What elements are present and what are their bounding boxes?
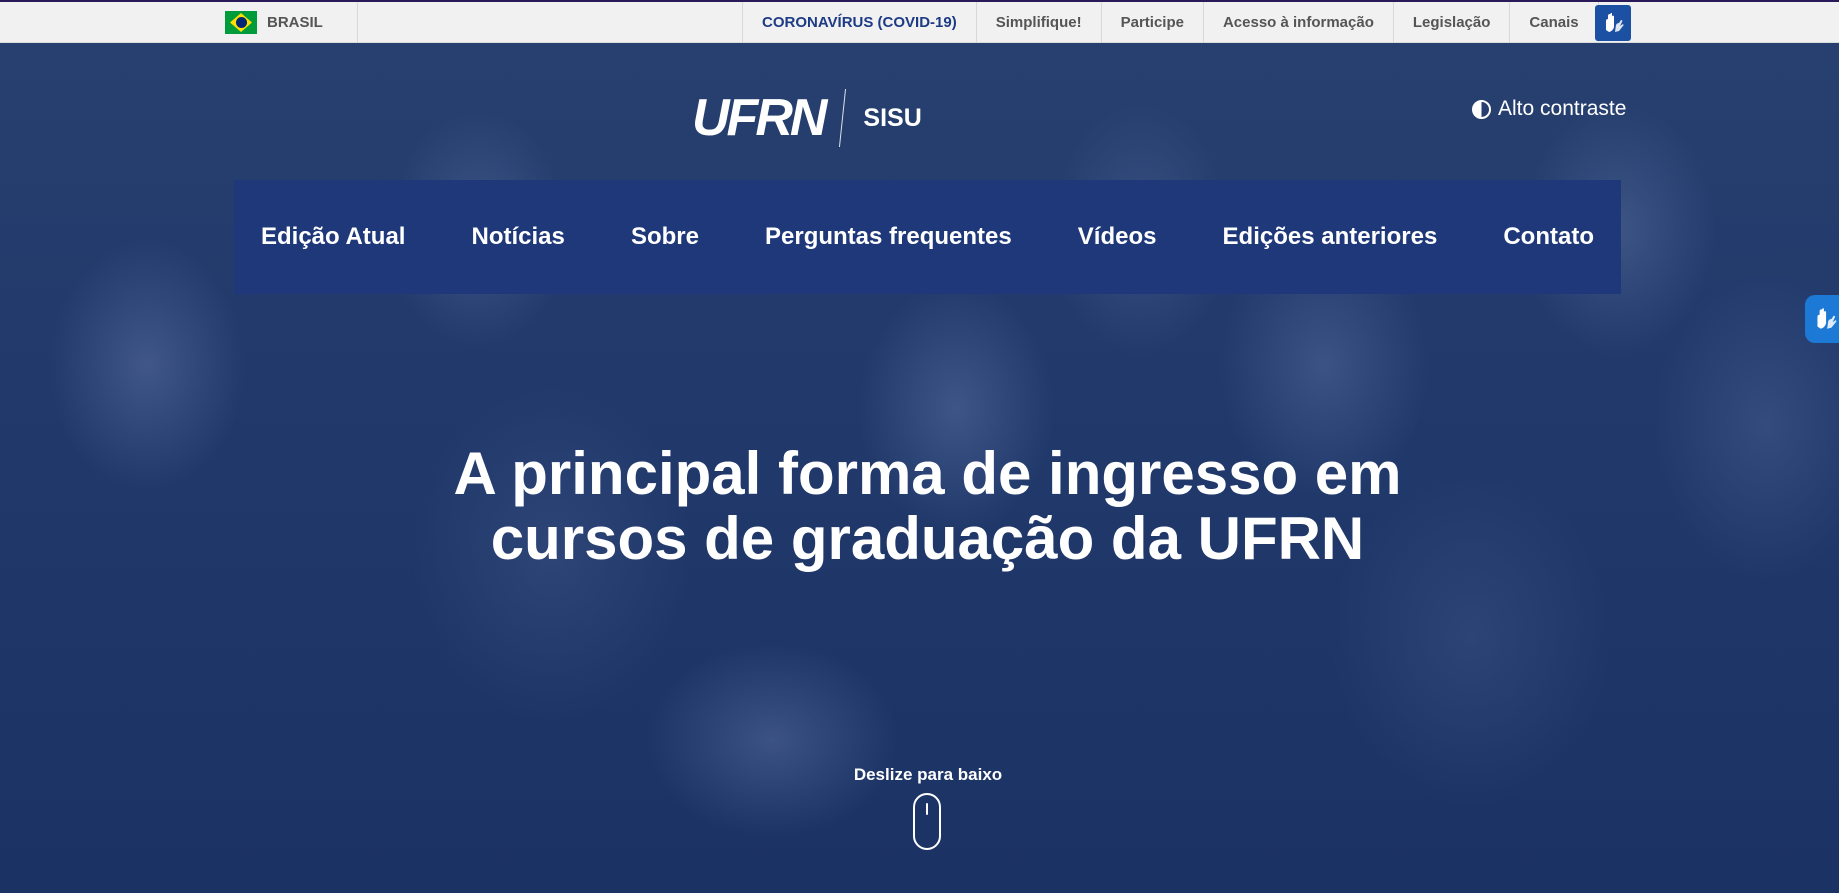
gov-brasil-label: BRASIL [267, 14, 323, 31]
site-name: SISU [863, 103, 922, 132]
site-logo[interactable]: UFRN SISU [692, 89, 922, 147]
main-nav: Edição Atual Notícias Sobre Perguntas fr… [234, 180, 1621, 294]
scroll-down-label[interactable]: Deslize para baixo [828, 765, 1028, 785]
vlibras-top-button[interactable] [1595, 5, 1631, 41]
contrast-icon [1472, 99, 1491, 119]
gov-link-coronavirus[interactable]: CORONAVÍRUS (COVID-19) [742, 2, 976, 43]
hero-headline-line2: cursos de graduação da UFRN [490, 505, 1365, 572]
gov-brasil-link[interactable]: BRASIL [225, 2, 358, 43]
nav-item-edicao-atual[interactable]: Edição Atual [261, 223, 405, 251]
high-contrast-label: Alto contraste [1498, 97, 1627, 120]
gov-link-canais[interactable]: Canais [1509, 2, 1599, 43]
vlibras-hands-icon [1817, 308, 1837, 329]
gov-link-legislacao[interactable]: Legislação [1392, 2, 1510, 43]
ufrn-logo-text: UFRN [692, 89, 827, 147]
gov-bar: BRASIL CORONAVÍRUS (COVID-19) Simplifiqu… [0, 0, 1839, 43]
mouse-icon[interactable] [913, 793, 941, 850]
high-contrast-toggle[interactable]: Alto contraste [1472, 97, 1626, 121]
logo-divider [839, 89, 847, 147]
hero-banner: UFRN SISU Alto contraste Edição Atual No… [0, 43, 1839, 893]
nav-item-sobre[interactable]: Sobre [631, 223, 699, 251]
brazil-flag-icon [225, 11, 257, 34]
nav-item-videos[interactable]: Vídeos [1078, 223, 1157, 251]
gov-links: CORONAVÍRUS (COVID-19) Simplifique! Part… [742, 2, 1599, 43]
hero-headline: A principal forma de ingresso em cursos … [0, 441, 1839, 571]
nav-item-contato[interactable]: Contato [1503, 223, 1594, 251]
gov-link-simplifique[interactable]: Simplifique! [975, 2, 1101, 43]
nav-item-noticias[interactable]: Notícias [472, 223, 565, 251]
vlibras-hands-icon [1606, 13, 1624, 32]
vlibras-side-button[interactable] [1805, 295, 1839, 343]
gov-link-acesso-informacao[interactable]: Acesso à informação [1202, 2, 1393, 43]
nav-item-edicoes-anteriores[interactable]: Edições anteriores [1223, 223, 1438, 251]
hero-headline-line1: A principal forma de ingresso em [453, 440, 1402, 507]
nav-item-perguntas-frequentes[interactable]: Perguntas frequentes [765, 223, 1012, 251]
gov-link-participe[interactable]: Participe [1100, 2, 1203, 43]
